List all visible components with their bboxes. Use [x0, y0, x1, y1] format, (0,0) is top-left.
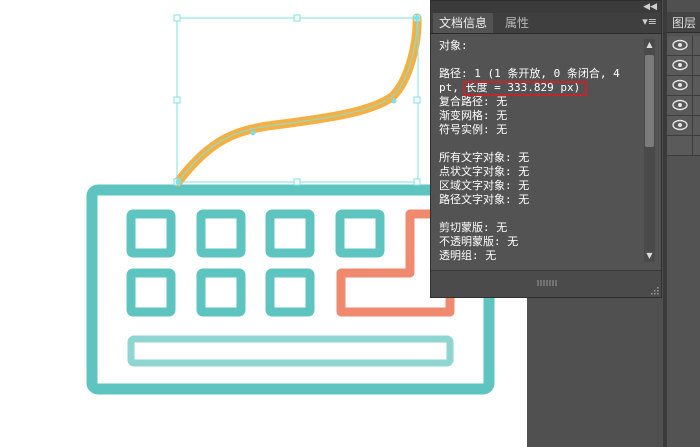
info-line: 复合路径: 无	[439, 95, 508, 108]
tab-layers-label: 图层	[672, 16, 697, 30]
key[interactable]	[196, 268, 246, 317]
key[interactable]	[196, 209, 246, 258]
info-line: 透明组: 无	[439, 249, 497, 262]
eye-icon[interactable]	[670, 78, 690, 92]
layers-panel[interactable]: 图层	[667, 12, 700, 447]
layer-row-separator	[692, 36, 693, 55]
key[interactable]	[126, 209, 176, 258]
eye-icon[interactable]	[670, 58, 690, 72]
layer-row[interactable]	[667, 36, 700, 56]
length-highlight-box	[463, 81, 587, 96]
eye-icon[interactable]	[670, 118, 690, 132]
document-info-panel[interactable]: ◀◀ 文档信息 属性 ▾≡ 对象: 路径: 1 (1 条开放, 0 条闭合, 4p…	[430, 0, 662, 298]
corner-resize-icon[interactable]	[651, 287, 659, 295]
key[interactable]	[265, 209, 315, 258]
tab-layers[interactable]: 图层	[667, 12, 700, 33]
vertical-scrollbar[interactable]: ▲ ▼	[644, 39, 655, 262]
layer-row[interactable]	[667, 116, 700, 136]
scrollbar-thumb[interactable]	[645, 55, 654, 147]
eye-icon[interactable]	[670, 38, 690, 52]
panel-tab-bar: 文档信息 属性 ▾≡	[431, 13, 661, 34]
info-line: 剪切蒙版: 无	[439, 221, 508, 234]
info-line: 渐变网格: 无	[439, 109, 508, 122]
info-line: 路径文字对象: 无	[439, 193, 530, 206]
double-chevron-left-icon[interactable]: ◀◀	[643, 1, 657, 13]
layer-row[interactable]	[667, 136, 700, 156]
info-line: 对象:	[439, 39, 468, 52]
tab-document-info[interactable]: 文档信息	[433, 13, 494, 33]
info-lines: 对象: 路径: 1 (1 条开放, 0 条闭合, 4 pt, 长度 = 333.82…	[439, 39, 642, 262]
key[interactable]	[335, 209, 385, 258]
info-line: 不透明蒙版: 无	[439, 235, 519, 248]
key[interactable]	[126, 268, 176, 317]
panel-title-bar[interactable]: ◀◀	[431, 1, 661, 13]
key[interactable]	[265, 268, 315, 317]
layer-row-separator	[692, 116, 693, 135]
info-line	[439, 207, 642, 221]
layer-row[interactable]	[667, 56, 700, 76]
eye-icon[interactable]	[670, 98, 690, 112]
space-bar[interactable]	[127, 335, 454, 367]
scroll-down-arrow-icon[interactable]: ▼	[644, 250, 655, 262]
layer-row[interactable]	[667, 96, 700, 116]
resize-grip-icon[interactable]	[536, 280, 558, 286]
info-line: 区域文字对象: 无	[439, 179, 530, 192]
info-line: 路径: 1 (1 条开放, 0 条闭合, 4	[439, 67, 620, 80]
document-info-content: 对象: 路径: 1 (1 条开放, 0 条闭合, 4 pt, 长度 = 333.82…	[439, 37, 642, 262]
layer-row-separator	[692, 136, 693, 155]
panel-footer	[431, 270, 661, 297]
info-line	[439, 53, 642, 67]
layer-row[interactable]	[667, 76, 700, 96]
layer-row-separator	[692, 76, 693, 95]
info-line: 所有文字对象: 无	[439, 151, 530, 164]
layer-row-separator	[692, 56, 693, 75]
info-line	[439, 137, 642, 151]
info-line: 点状文字对象: 无	[439, 165, 530, 178]
info-line: 符号实例: 无	[439, 123, 508, 136]
scroll-up-arrow-icon[interactable]: ▲	[644, 39, 655, 51]
cable-path[interactable]	[173, 13, 422, 187]
layer-row-separator	[692, 96, 693, 115]
panel-menu-icon[interactable]: ▾≡	[642, 15, 657, 28]
tab-attributes[interactable]: 属性	[499, 13, 535, 33]
